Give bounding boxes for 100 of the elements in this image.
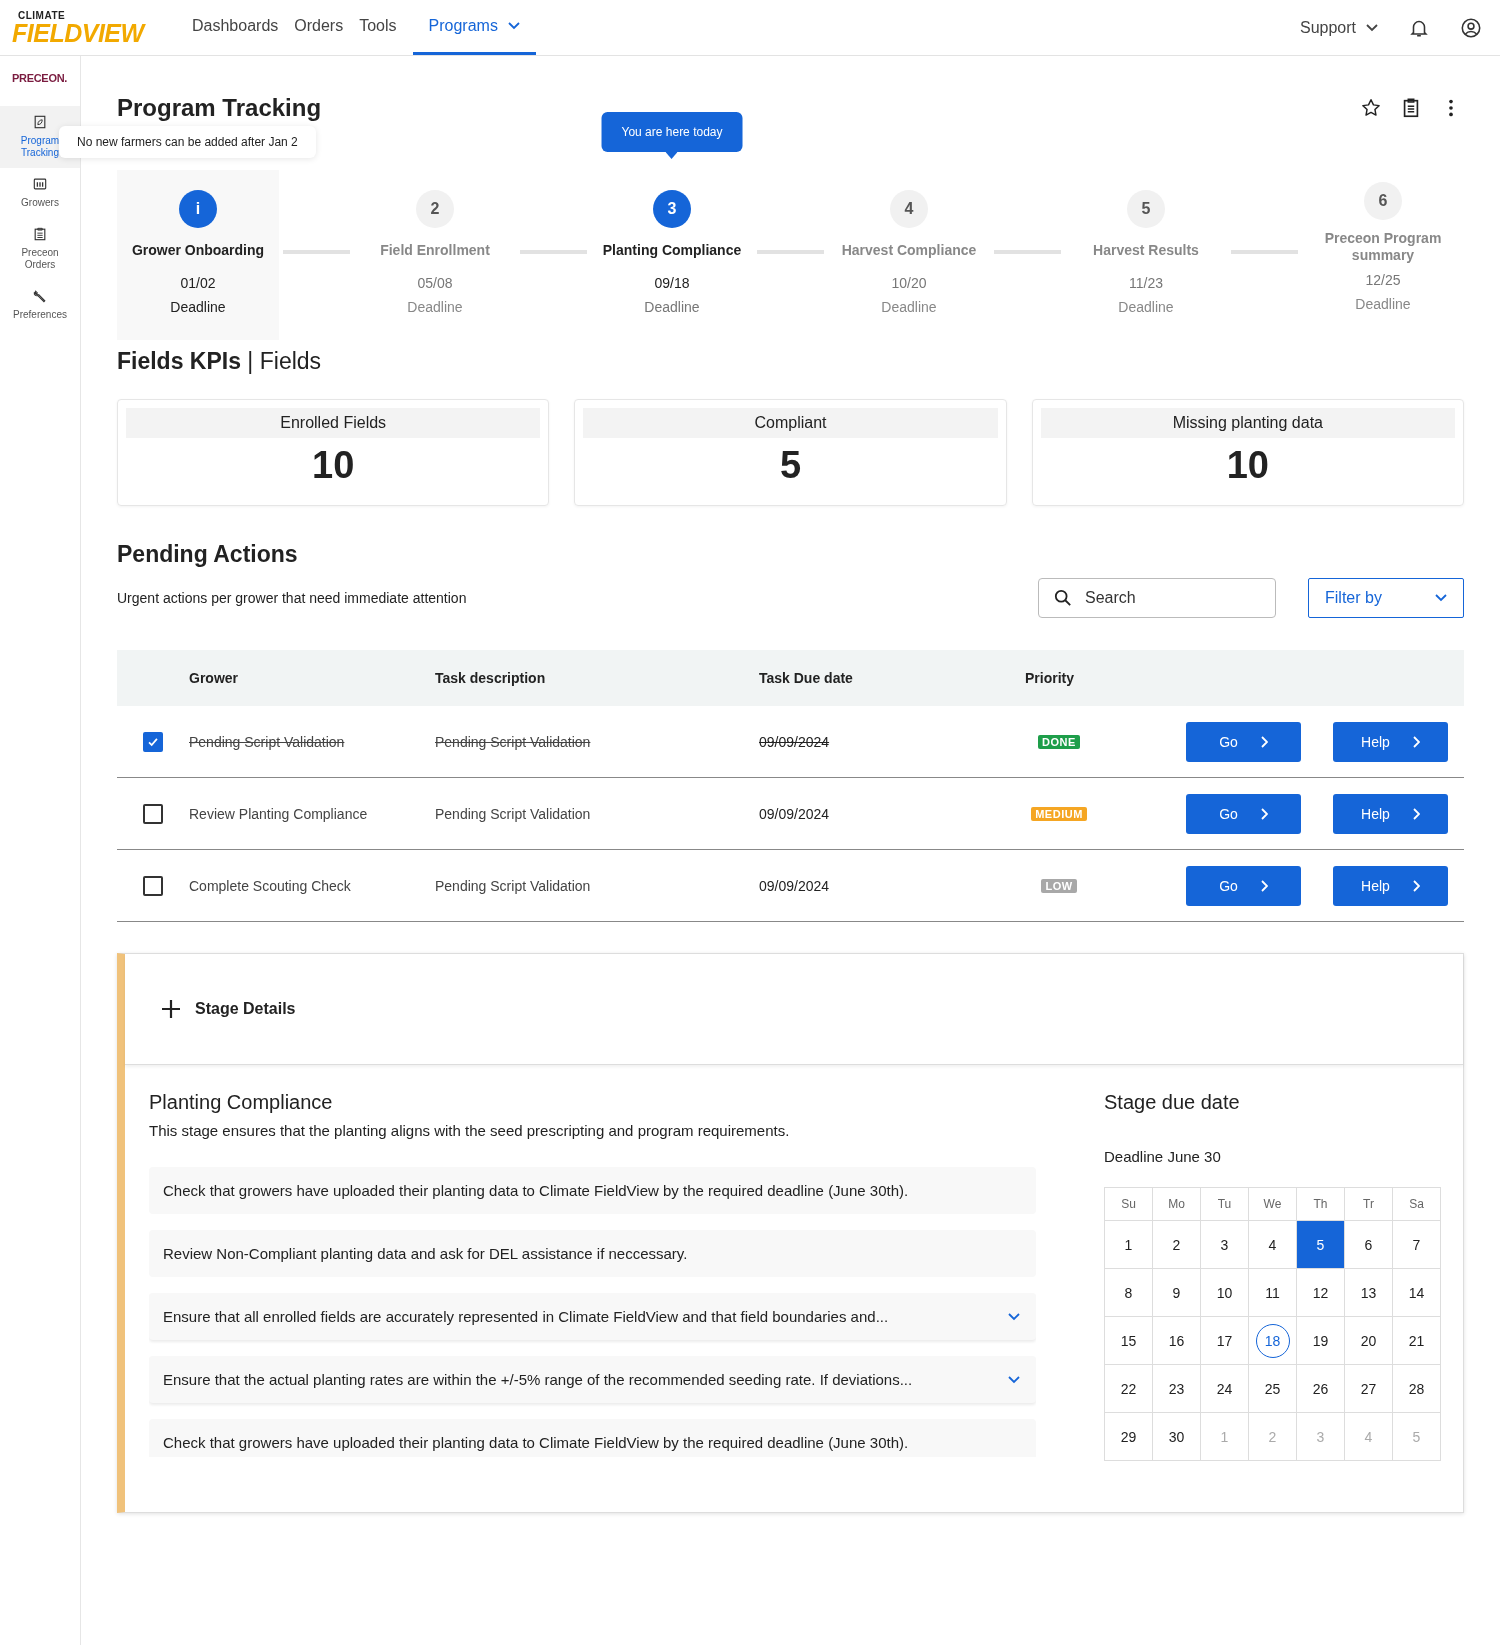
go-button[interactable]: Go [1186, 865, 1301, 906]
accordion-header[interactable]: Stage Details [125, 954, 1463, 1065]
calendar-day[interactable]: 3 [1207, 1227, 1242, 1262]
calendar-day[interactable]: 17 [1207, 1323, 1242, 1358]
page-title: Program Tracking [117, 94, 322, 122]
step-label: Harvest Results [1093, 242, 1199, 259]
filter-dropdown[interactable]: Filter by [1308, 578, 1464, 618]
weekday-label: We [1249, 1188, 1297, 1221]
calendar-day[interactable]: 9 [1159, 1275, 1194, 1310]
column-header: Grower [189, 670, 239, 686]
weekday-label: Tu [1201, 1188, 1249, 1221]
sidebar-item[interactable]: Growers [0, 168, 80, 218]
search-icon [1054, 589, 1072, 607]
calendar-title: Stage due date [1104, 1091, 1241, 1114]
requirement-item[interactable]: Ensure that all enrolled fields are accurately represented in Climate FieldView and that field boundaries and... [149, 1293, 1036, 1340]
help-button[interactable]: Help [1333, 793, 1448, 834]
calendar-day[interactable]: 21 [1399, 1323, 1434, 1358]
leaf-card-icon [33, 115, 47, 129]
step-marker[interactable]: 5 [1127, 190, 1165, 228]
calendar-day[interactable]: 14 [1399, 1275, 1434, 1310]
step-marker[interactable]: 4 [890, 190, 928, 228]
nav-tab[interactable]: Tools [351, 0, 405, 55]
user-account-icon[interactable] [1460, 16, 1482, 39]
nav-tab[interactable]: Orders [286, 0, 352, 55]
column-header: Task description [435, 670, 547, 686]
calendar-day[interactable]: 7 [1399, 1227, 1434, 1262]
calendar-day[interactable]: 19 [1303, 1323, 1338, 1358]
checkbox[interactable] [143, 803, 163, 824]
table-cell-text: Pending Script Validation [189, 733, 346, 750]
calendar-day[interactable]: 6 [1351, 1227, 1386, 1262]
search-field[interactable]: Search [1038, 578, 1276, 618]
go-button[interactable]: Go [1186, 721, 1301, 762]
plus-icon [161, 999, 181, 1019]
calendar-day[interactable]: 24 [1207, 1371, 1242, 1406]
calendar-day[interactable]: 20 [1351, 1323, 1386, 1358]
calendar-day[interactable]: 29 [1111, 1419, 1146, 1454]
table-cell-text: Pending Script Validation [435, 805, 592, 822]
tooltip-pointer-icon [666, 152, 678, 159]
requirement-item[interactable]: Check that growers have uploaded their planting data to Climate FieldView by the required deadline (June 30th). [149, 1167, 1036, 1214]
table-cell-text: Review Planting Compliance [189, 805, 369, 822]
nav-tab[interactable]: Programs [412, 0, 536, 55]
calendar-day[interactable]: 8 [1111, 1275, 1146, 1310]
requirement-item[interactable]: Check that growers have uploaded their planting data to Climate FieldView by the required deadline (June 30th). [149, 1419, 1036, 1457]
step-marker[interactable]: 3 [653, 190, 691, 228]
nav-tab[interactable]: Dashboards [184, 0, 287, 55]
logo-wordmark: FIELDVIEW [12, 20, 147, 45]
support-menu[interactable]: Support [1299, 18, 1378, 37]
kpi-label: Enrolled Fields [126, 408, 541, 438]
kpi-value: 10 [311, 444, 356, 487]
calendar-day[interactable]: 16 [1159, 1323, 1194, 1358]
calendar-day[interactable]: 30 [1159, 1419, 1194, 1454]
step-date: 11/23 [1129, 275, 1163, 291]
help-button[interactable]: Help [1333, 721, 1448, 762]
step-note: Deadline [1355, 296, 1411, 312]
step-label: Harvest Compliance [841, 242, 977, 259]
calendar-day[interactable]: 26 [1303, 1371, 1338, 1406]
go-button[interactable]: Go [1186, 793, 1301, 834]
calendar-day[interactable]: 15 [1111, 1323, 1146, 1358]
weekday-label: Mo [1153, 1188, 1201, 1221]
step-marker[interactable]: i [179, 190, 217, 228]
checkbox[interactable] [143, 875, 163, 896]
star-icon[interactable] [1360, 97, 1382, 119]
chevron-right-icon [1411, 879, 1420, 892]
checkbox[interactable] [143, 731, 163, 752]
column-header: Task Due date [759, 670, 854, 686]
calendar-day[interactable]: 11 [1255, 1275, 1290, 1310]
step-label: Grower Onboarding [131, 242, 265, 259]
calendar-day[interactable]: 4 [1255, 1227, 1290, 1262]
calendar-day[interactable]: 25 [1255, 1371, 1290, 1406]
stage-description: This stage ensures that the planting aligns with the seed prescripting and program requirements. [149, 1122, 791, 1139]
priority-tag: MEDIUM [1031, 806, 1087, 821]
calendar-day[interactable]: 13 [1351, 1275, 1386, 1310]
calendar-day[interactable]: 1 [1111, 1227, 1146, 1262]
requirement-item[interactable]: Ensure that the actual planting rates are within the +/-5% range of the recommended seeding rate. If deviations... [149, 1356, 1036, 1403]
table-cell-text: Pending Script Validation [435, 877, 592, 894]
calendar-day[interactable]: 27 [1351, 1371, 1386, 1406]
step-date: 09/18 [654, 275, 690, 291]
step-label: Planting Compliance [602, 242, 742, 259]
calendar-day[interactable]: 12 [1303, 1275, 1338, 1310]
step-marker[interactable]: 2 [416, 190, 454, 228]
calendar-day[interactable]: 23 [1159, 1371, 1194, 1406]
sidebar-item[interactable]: Preceon Orders [0, 218, 80, 280]
calendar-day[interactable]: 2 [1159, 1227, 1194, 1262]
calendar-day[interactable]: 22 [1111, 1371, 1146, 1406]
step-date: 01/02 [180, 275, 216, 291]
calendar-day[interactable]: 10 [1207, 1275, 1242, 1310]
step-date: 10/20 [891, 275, 927, 291]
weekday-label: Sa [1393, 1188, 1441, 1221]
wrench-icon [33, 289, 47, 303]
step-note: Deadline [170, 299, 226, 315]
kpi-label: Missing planting data [1040, 408, 1455, 438]
sidebar-item[interactable]: Preferences [0, 280, 80, 330]
requirement-item[interactable]: Review Non-Compliant planting data and ask for DEL assistance if neccessary. [149, 1230, 1036, 1277]
calendar-day[interactable]: 28 [1399, 1371, 1434, 1406]
help-button[interactable]: Help [1333, 865, 1448, 906]
priority-tag: DONE [1038, 734, 1080, 749]
kpi-label: Compliant [583, 408, 998, 438]
logo-caption: CLIMATE [18, 10, 67, 21]
step-note: Deadline [407, 299, 463, 315]
step-marker[interactable]: 6 [1364, 182, 1402, 220]
